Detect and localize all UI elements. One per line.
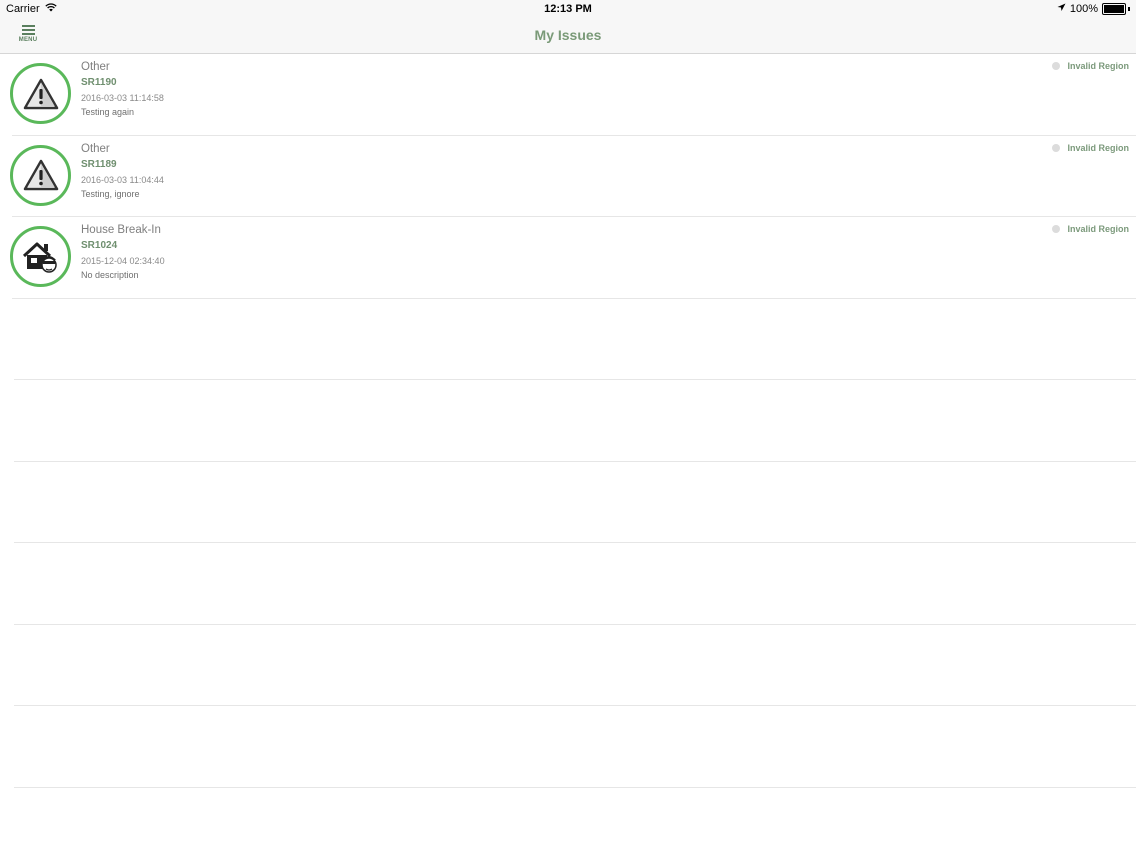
- empty-list-row: [14, 380, 1136, 462]
- house-burglar-icon: [10, 226, 71, 287]
- empty-list-row: [14, 462, 1136, 543]
- issue-id: SR1190: [81, 77, 117, 88]
- issue-date: 2016-03-03 11:04:44: [81, 174, 164, 185]
- empty-list-row: [14, 299, 1136, 380]
- status-right: 100%: [1057, 3, 1130, 15]
- battery-icon: [1102, 3, 1126, 15]
- issue-description: No description: [81, 270, 139, 280]
- status-bar: Carrier 12:13 PM 100%: [0, 0, 1136, 18]
- issue-category: House Break-In: [81, 224, 161, 236]
- issue-description: Testing again: [81, 107, 135, 117]
- issue-status: Invalid Region: [1052, 224, 1129, 234]
- issue-row[interactable]: House Break-In SR1024 2015-12-04 02:34:4…: [10, 217, 1136, 299]
- battery-tip: [1128, 7, 1130, 11]
- page-title: My Issues: [534, 27, 602, 43]
- status-dot-icon: [1052, 143, 1061, 152]
- issue-row[interactable]: Other SR1190 2016-03-03 11:14:58 Testing…: [10, 54, 1136, 136]
- empty-list-row: [14, 625, 1136, 706]
- issue-status-label: Invalid Region: [1067, 61, 1129, 71]
- issue-row[interactable]: Other SR1189 2016-03-03 11:04:44 Testing…: [10, 136, 1136, 217]
- empty-list-row: [14, 706, 1136, 788]
- issue-id: SR1189: [81, 158, 117, 170]
- battery-fill: [1104, 5, 1124, 13]
- issues-list: Other SR1190 2016-03-03 11:14:58 Testing…: [0, 54, 1136, 788]
- navigation-bar: MENU My Issues: [0, 18, 1136, 54]
- issue-date: 2015-12-04 02:34:40: [81, 256, 165, 266]
- issue-category: Other: [81, 61, 110, 73]
- issue-status: Invalid Region: [1052, 143, 1129, 153]
- warning-icon: [10, 63, 71, 124]
- battery-percent: 100%: [1069, 3, 1098, 15]
- issue-date: 2016-03-03 11:14:58: [81, 93, 164, 103]
- empty-list-row: [14, 543, 1136, 625]
- status-dot-icon: [1052, 225, 1061, 233]
- location-arrow-icon: [1057, 3, 1066, 15]
- issue-description: Testing, ignore: [81, 188, 140, 199]
- issue-category: Other: [81, 142, 110, 155]
- issue-status-label: Invalid Region: [1067, 224, 1129, 234]
- issue-id: SR1024: [81, 240, 118, 251]
- status-time: 12:13 PM: [544, 3, 592, 15]
- issue-status-label: Invalid Region: [1067, 142, 1129, 153]
- warning-icon: [10, 144, 71, 206]
- issue-status: Invalid Region: [1052, 61, 1129, 71]
- status-dot-icon: [1052, 62, 1061, 70]
